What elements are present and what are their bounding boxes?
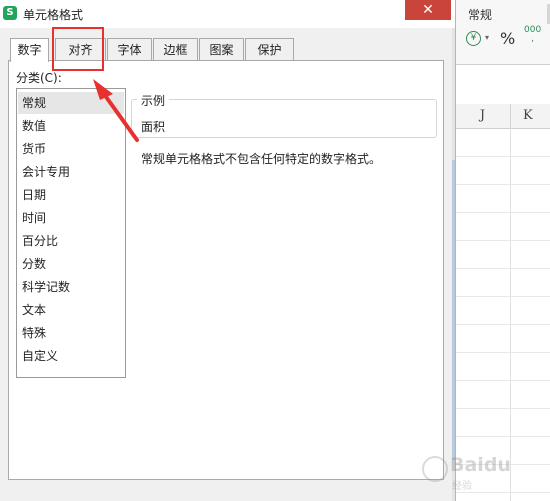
tab-number[interactable]: 数字 xyxy=(10,38,49,62)
watermark-sub: 经验 xyxy=(452,481,472,492)
watermark-brand: Baidu xyxy=(450,454,511,476)
watermark: Baidu 经验 xyxy=(418,450,546,492)
annotation-arrow-icon xyxy=(93,79,139,142)
paw-logo-icon xyxy=(422,456,448,482)
